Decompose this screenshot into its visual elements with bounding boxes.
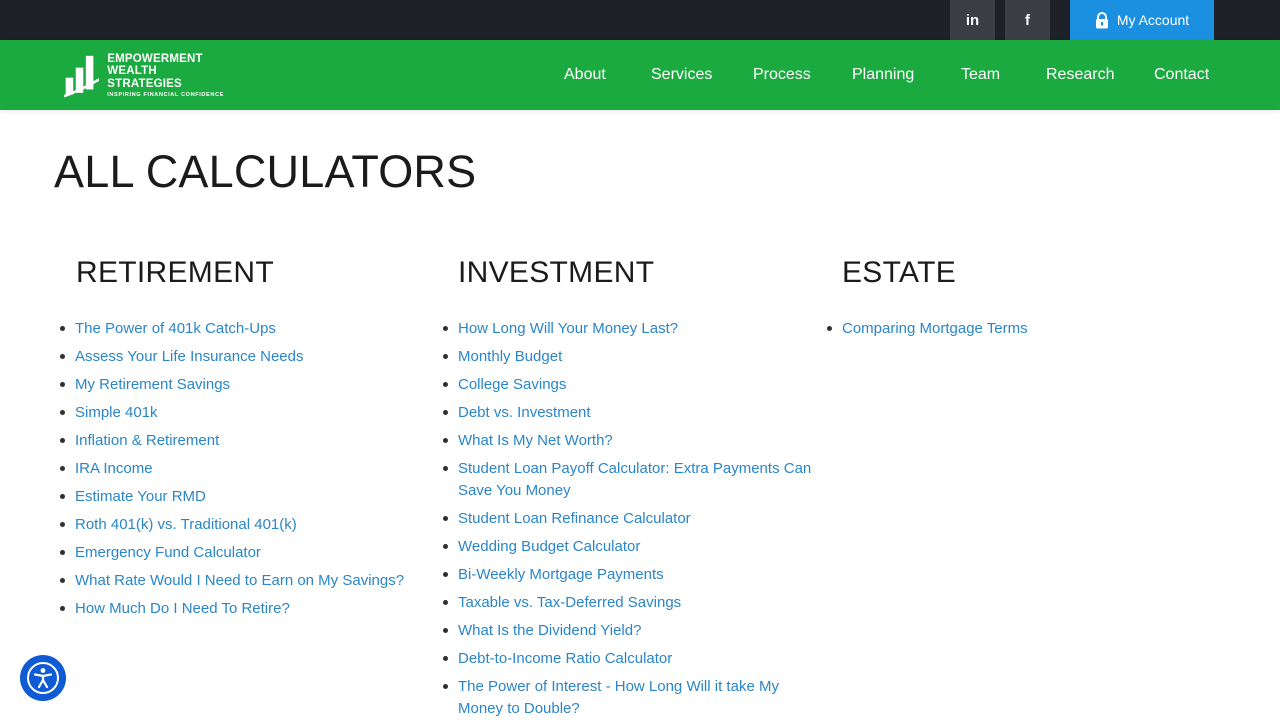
list-item: What Rate Would I Need to Earn on My Sav… [60, 570, 415, 592]
list-item: IRA Income [60, 458, 415, 480]
list-item: Bi-Weekly Mortgage Payments [443, 564, 813, 586]
calculator-link[interactable]: Student Loan Payoff Calculator: Extra Pa… [458, 460, 811, 499]
list-item: What Is My Net Worth? [443, 430, 813, 452]
nav-contact[interactable]: Contact [1154, 40, 1209, 110]
logo-tagline: INSPIRING FINANCIAL CONFIDENCE [107, 92, 224, 99]
accessibility-button[interactable] [20, 655, 66, 701]
calculator-link[interactable]: What Is My Net Worth? [458, 432, 613, 449]
investment-heading: INVESTMENT [458, 256, 655, 289]
calculator-link[interactable]: Inflation & Retirement [75, 432, 219, 449]
list-item: Emergency Fund Calculator [60, 542, 415, 564]
calculator-link[interactable]: How Long Will Your Money Last? [458, 320, 678, 337]
calculator-link[interactable]: Roth 401(k) vs. Traditional 401(k) [75, 516, 297, 533]
calculator-link[interactable]: Monthly Budget [458, 348, 562, 365]
list-item: How Much Do I Need To Retire? [60, 598, 415, 620]
nav-services[interactable]: Services [651, 40, 712, 110]
calculator-link[interactable]: Student Loan Refinance Calculator [458, 510, 691, 527]
retirement-heading: RETIREMENT [76, 256, 274, 289]
logo-line-1: EMPOWERMENT [107, 52, 203, 65]
calculator-link[interactable]: IRA Income [75, 460, 153, 477]
top-bar: in f My Account [0, 0, 1280, 40]
main-header: EMPOWERMENT WEALTH STRATEGIES INSPIRING … [0, 40, 1280, 110]
accessibility-icon [27, 662, 59, 694]
nav-about[interactable]: About [564, 40, 606, 110]
list-item: My Retirement Savings [60, 374, 415, 396]
list-item: The Power of Interest - How Long Will it… [443, 676, 813, 720]
list-item: Assess Your Life Insurance Needs [60, 346, 415, 368]
calculator-link[interactable]: Debt vs. Investment [458, 404, 591, 421]
logo-line-3: STRATEGIES [107, 77, 182, 90]
my-account-button[interactable]: My Account [1070, 0, 1214, 40]
list-item: Inflation & Retirement [60, 430, 415, 452]
list-item: Comparing Mortgage Terms [827, 318, 1182, 340]
calculator-link[interactable]: Simple 401k [75, 404, 158, 421]
calculator-link[interactable]: What Is the Dividend Yield? [458, 622, 641, 639]
investment-list: How Long Will Your Money Last? Monthly B… [443, 318, 813, 726]
page-title: ALL CALCULATORS [54, 146, 477, 197]
list-item: Student Loan Payoff Calculator: Extra Pa… [443, 458, 813, 502]
list-item: The Power of 401k Catch-Ups [60, 318, 415, 340]
list-item: Simple 401k [60, 402, 415, 424]
nav-team[interactable]: Team [961, 40, 1000, 110]
lock-icon [1095, 11, 1108, 28]
linkedin-icon: in [965, 11, 980, 29]
calculator-link[interactable]: Taxable vs. Tax-Deferred Savings [458, 594, 681, 611]
calculator-link[interactable]: The Power of 401k Catch-Ups [75, 320, 276, 337]
nav-planning[interactable]: Planning [852, 40, 914, 110]
site-logo[interactable]: EMPOWERMENT WEALTH STRATEGIES INSPIRING … [64, 48, 224, 104]
list-item: College Savings [443, 374, 813, 396]
calculator-link[interactable]: My Retirement Savings [75, 376, 230, 393]
calculator-link[interactable]: Debt-to-Income Ratio Calculator [458, 650, 672, 667]
retirement-list: The Power of 401k Catch-Ups Assess Your … [60, 318, 415, 626]
estate-list: Comparing Mortgage Terms [827, 318, 1182, 346]
list-item: Student Loan Refinance Calculator [443, 508, 813, 530]
my-account-label: My Account [1116, 12, 1190, 28]
facebook-button[interactable]: f [1005, 0, 1050, 40]
logo-bars-icon [64, 55, 100, 98]
list-item: Debt-to-Income Ratio Calculator [443, 648, 813, 670]
calculator-link[interactable]: Emergency Fund Calculator [75, 544, 261, 561]
calculator-link[interactable]: Comparing Mortgage Terms [842, 320, 1028, 337]
nav-process[interactable]: Process [753, 40, 811, 110]
calculator-link[interactable]: College Savings [458, 376, 566, 393]
calculator-link[interactable]: Bi-Weekly Mortgage Payments [458, 566, 664, 583]
logo-wordmark: EMPOWERMENT WEALTH STRATEGIES INSPIRING … [107, 53, 224, 100]
list-item: Taxable vs. Tax-Deferred Savings [443, 592, 813, 614]
list-item: Roth 401(k) vs. Traditional 401(k) [60, 514, 415, 536]
calculator-link[interactable]: Estimate Your RMD [75, 488, 206, 505]
list-item: Wedding Budget Calculator [443, 536, 813, 558]
estate-heading: ESTATE [842, 256, 957, 289]
calculator-link[interactable]: How Much Do I Need To Retire? [75, 600, 290, 617]
calculator-link[interactable]: Wedding Budget Calculator [458, 538, 640, 555]
linkedin-button[interactable]: in [950, 0, 995, 40]
list-item: How Long Will Your Money Last? [443, 318, 813, 340]
logo-line-2: WEALTH [107, 65, 157, 78]
calculator-link[interactable]: Assess Your Life Insurance Needs [75, 348, 303, 365]
calculator-link[interactable]: The Power of Interest - How Long Will it… [458, 678, 779, 717]
facebook-icon: f [1025, 11, 1030, 29]
calculator-link[interactable]: What Rate Would I Need to Earn on My Sav… [75, 572, 404, 589]
list-item: What Is the Dividend Yield? [443, 620, 813, 642]
nav-research[interactable]: Research [1046, 40, 1114, 110]
list-item: Debt vs. Investment [443, 402, 813, 424]
list-item: Monthly Budget [443, 346, 813, 368]
list-item: Estimate Your RMD [60, 486, 415, 508]
